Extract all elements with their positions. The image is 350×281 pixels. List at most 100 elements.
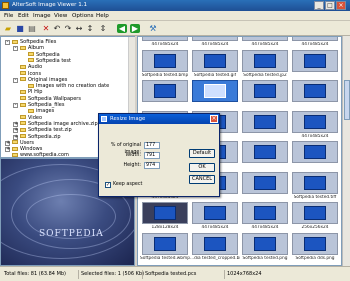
collapse-icon[interactable]: -	[13, 103, 18, 108]
flip-horizontal-icon[interactable]: ↔	[74, 24, 84, 33]
thumbnail-image[interactable]	[242, 171, 288, 194]
thumbnail-preview	[304, 206, 326, 220]
app-icon	[2, 2, 9, 9]
thumbnail-image[interactable]	[292, 49, 338, 72]
thumbnail-preview	[154, 53, 176, 68]
menu-view[interactable]: View	[54, 12, 67, 20]
thumbnail-image[interactable]	[292, 37, 338, 41]
menu-edit[interactable]: Edit	[18, 12, 29, 20]
thumbnail-preview	[254, 53, 276, 68]
thumbnail-image[interactable]	[242, 80, 288, 102]
cancel-button[interactable]: CANCEL	[189, 175, 215, 184]
thumbnail-image[interactable]	[142, 49, 188, 72]
thumbnail-image[interactable]	[192, 202, 238, 224]
folder-icon	[28, 58, 34, 63]
pct-input[interactable]: 177	[144, 142, 160, 149]
thumbnail-image[interactable]	[242, 110, 288, 133]
collapse-icon[interactable]: -	[5, 40, 10, 45]
collapse-icon[interactable]: -	[13, 46, 18, 52]
expand-icon[interactable]: +	[5, 147, 10, 153]
scrollbar-thumb[interactable]	[344, 80, 350, 120]
save-icon[interactable]: ■	[15, 24, 25, 33]
thumbnail-image[interactable]	[192, 80, 238, 102]
thumbnail-image[interactable]	[142, 80, 188, 102]
thumbnail-caption: 447x485x24	[151, 42, 179, 47]
minimize-button[interactable]: _	[314, 1, 324, 10]
thumbnail-cell[interactable]: Softpedia dds.png	[292, 232, 338, 266]
tree-item-label: Icons	[28, 70, 42, 77]
title-bar: AlterSoft Image Viewer 1.1 _ □ ×	[0, 0, 350, 11]
thumbnail-image[interactable]	[292, 171, 338, 194]
expand-icon[interactable]: +	[5, 140, 10, 146]
thumbnail-image[interactable]	[192, 232, 238, 255]
close-button[interactable]: ×	[336, 1, 346, 10]
flip-vertical-icon[interactable]: ↕	[85, 24, 95, 33]
thumbnail-scrollbar[interactable]	[342, 36, 350, 266]
expand-icon[interactable]: +	[13, 121, 18, 127]
open-folder-icon[interactable]: ▰	[3, 24, 13, 33]
folder-icon	[20, 45, 26, 50]
rotate-right-icon[interactable]: ↷	[63, 24, 73, 33]
thumbnail-image[interactable]	[292, 141, 338, 163]
folder-icon	[12, 140, 18, 145]
expand-icon[interactable]: +	[13, 128, 18, 134]
tree-item-label: Original images	[28, 76, 68, 83]
thumbnail-image[interactable]	[292, 202, 338, 224]
maximize-button[interactable]: □	[325, 1, 335, 10]
keep-aspect-checkbox[interactable]: ✓	[105, 182, 111, 188]
thumbnail-image[interactable]	[242, 49, 288, 72]
menu-image[interactable]: Image	[33, 12, 51, 20]
thumbnail-caption: ...dia tested_cropped.bmp	[190, 255, 240, 261]
thumbnail-image[interactable]	[142, 37, 188, 41]
folder-icon	[28, 52, 34, 57]
thumbnail-preview	[154, 206, 176, 220]
thumbnail-image[interactable]	[292, 80, 338, 102]
thumbnail-image[interactable]	[192, 37, 238, 41]
thumbnail-preview	[204, 236, 226, 251]
menu-options[interactable]: Options	[72, 12, 94, 20]
thumbnail-caption: 447x485x24	[251, 42, 279, 47]
expand-icon[interactable]: +	[13, 134, 18, 140]
resize-icon[interactable]: ⇕	[98, 24, 108, 33]
thumbnail-image[interactable]	[292, 110, 338, 133]
thumbnail-cell[interactable]: Softpedia tested.png	[242, 232, 288, 266]
thumbnail-caption: Softpedia dds.png	[295, 255, 335, 261]
menu-help[interactable]: Help	[96, 12, 109, 20]
ok-button[interactable]: OK	[189, 163, 215, 172]
default-button[interactable]: Default	[189, 149, 215, 158]
print-icon[interactable]: ▤	[27, 24, 37, 33]
keep-aspect-label: Keep aspect	[113, 182, 143, 187]
width-input[interactable]: 791	[144, 152, 160, 159]
thumbnail-image[interactable]	[242, 232, 288, 255]
thumbnail-preview	[304, 145, 326, 159]
thumbnail-cell[interactable]: ...dia tested_cropped.bmp	[190, 232, 240, 266]
thumbnail-caption: Softpedia tested.wbmp	[140, 255, 190, 261]
next-icon[interactable]: ▶	[130, 24, 140, 33]
thumbnail-image[interactable]	[242, 36, 288, 41]
previous-icon[interactable]: ◀	[117, 24, 127, 33]
thumbnail-image[interactable]	[242, 141, 288, 163]
folder-icon	[20, 115, 26, 120]
thumbnail-image[interactable]	[192, 49, 238, 72]
folder-icon	[20, 134, 26, 138]
dialog-close-button[interactable]: ×	[210, 115, 218, 123]
collapse-icon[interactable]: -	[13, 77, 18, 83]
status-selected-files: Selected files: 1 (506 Kb)	[78, 270, 144, 279]
delete-icon[interactable]: ✕	[41, 24, 51, 33]
thumbnail-image[interactable]	[142, 232, 188, 255]
height-input[interactable]: 974	[144, 162, 160, 169]
menu-file[interactable]: File	[4, 12, 13, 20]
thumbnail-image[interactable]	[292, 232, 338, 255]
window-title: AlterSoft Image Viewer 1.1	[12, 2, 88, 8]
settings-icon[interactable]: ⚒	[148, 24, 158, 33]
tree-item-label: Softpedia	[36, 51, 60, 58]
thumbnail-image[interactable]	[142, 202, 188, 224]
tree-item-label: Softpedia test	[36, 57, 71, 64]
thumbnail-caption: 128x128x24	[151, 225, 179, 230]
rotate-left-icon[interactable]: ↶	[52, 24, 62, 33]
thumbnail-image[interactable]	[242, 202, 288, 224]
folder-icon	[28, 108, 34, 113]
thumbnail-preview	[254, 36, 276, 37]
thumbnail-cell[interactable]: Softpedia tested.wbmp	[140, 232, 190, 266]
thumbnail-caption: Softpedia tested.bmp	[141, 72, 189, 78]
